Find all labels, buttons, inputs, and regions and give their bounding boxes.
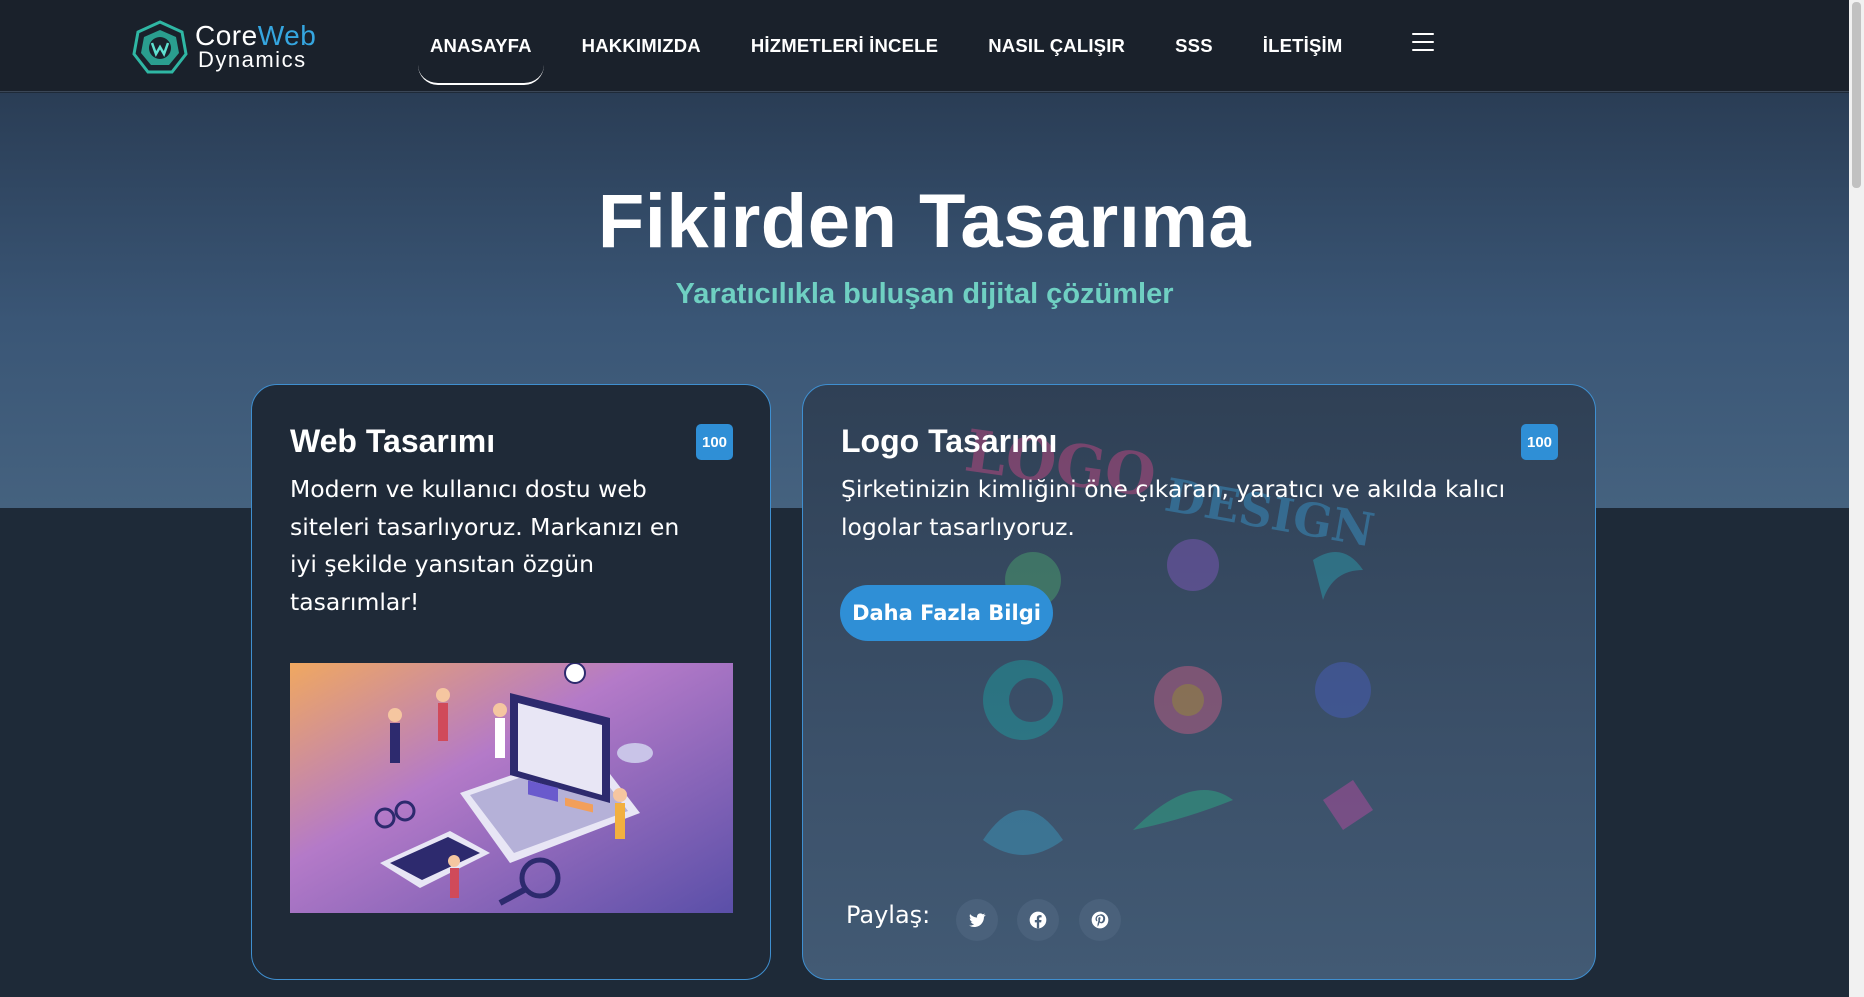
card-description: Modern ve kullanıcı dostu web siteleri t… (290, 475, 680, 616)
nav-item-sss[interactable]: SSS (1175, 35, 1213, 57)
facebook-icon (1029, 911, 1047, 929)
card-description: Şirketinizin kimliğini öne çıkaran, yara… (841, 475, 1506, 541)
hamburger-icon[interactable] (1412, 33, 1434, 51)
twitter-share-button[interactable] (956, 899, 998, 941)
hero-subtitle: Yaratıcılıkla buluşan dijital çözümler (675, 278, 1174, 310)
nav-item-iletisim[interactable]: İLETİŞİM (1263, 35, 1343, 57)
brand-logo[interactable]: CoreWeb Dynamics (132, 20, 342, 74)
card-title: Web Tasarımı (290, 423, 496, 459)
service-card-web: Web Tasarımı 100 Modern ve kullanıcı dos… (251, 384, 771, 980)
card-title: Logo Tasarımı (841, 423, 1058, 459)
nav-item-nasil-calisir[interactable]: NASIL ÇALIŞIR (988, 35, 1125, 57)
card-badge: 100 (1521, 424, 1558, 460)
more-info-button[interactable]: Daha Fazla Bilgi (840, 585, 1053, 641)
nav-item-anasayfa[interactable]: ANASAYFA (418, 35, 544, 85)
twitter-icon (969, 913, 986, 927)
hero-title: Fikirden Tasarıma (597, 179, 1252, 264)
web-design-illustration (290, 663, 733, 913)
facebook-share-button[interactable] (1017, 899, 1059, 941)
pinterest-icon (1091, 911, 1109, 929)
share-label: Paylaş: (846, 901, 931, 929)
navbar: CoreWeb Dynamics ANASAYFA HAKKIMIZDA HİZ… (0, 0, 1849, 92)
page-scrollbar[interactable] (1849, 0, 1864, 997)
service-card-logo: LOGO DESIGN Logo Tasarımı 100 Şirketiniz… (802, 384, 1596, 980)
scrollbar-thumb[interactable] (1852, 2, 1861, 188)
brand-name: CoreWeb (195, 20, 317, 51)
nav-item-hizmetleri[interactable]: HİZMETLERİ İNCELE (751, 35, 938, 57)
nav-item-hakkimizda[interactable]: HAKKIMIZDA (582, 35, 701, 57)
main-nav: ANASAYFA HAKKIMIZDA HİZMETLERİ İNCELE NA… (418, 0, 1392, 92)
logo-icon (132, 20, 188, 74)
brand-tagline: Dynamics (198, 47, 307, 72)
pinterest-share-button[interactable] (1079, 899, 1121, 941)
card-badge: 100 (696, 424, 733, 460)
